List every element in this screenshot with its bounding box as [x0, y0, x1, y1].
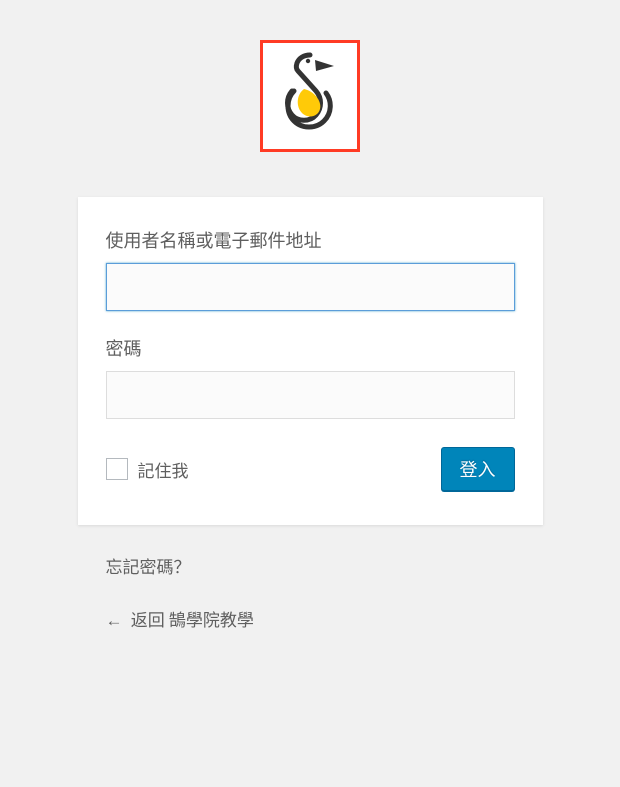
password-input[interactable]	[106, 371, 515, 419]
login-button[interactable]: 登入	[441, 447, 515, 491]
remember-label: 記住我	[138, 457, 189, 482]
password-field-group: 密碼	[106, 335, 515, 419]
username-input[interactable]	[106, 263, 515, 311]
remember-me-wrap[interactable]: 記住我	[106, 457, 189, 482]
back-to-site-link[interactable]: ← 返回 鵠學院教學	[106, 606, 515, 631]
form-footer: 記住我 登入	[106, 447, 515, 491]
username-field-group: 使用者名稱或電子郵件地址	[106, 227, 515, 311]
login-form: 使用者名稱或電子郵件地址 密碼 記住我 登入	[78, 197, 543, 525]
username-label: 使用者名稱或電子郵件地址	[106, 227, 515, 253]
arrow-left-icon: ←	[106, 611, 123, 631]
pelican-logo-icon	[274, 51, 346, 141]
back-to-site-label: 返回 鵠學院教學	[131, 611, 254, 631]
login-page: 使用者名稱或電子郵件地址 密碼 記住我 登入 忘記密碼？ ← 返回 鵠學院教學	[0, 0, 620, 659]
forgot-password-link[interactable]: 忘記密碼？	[106, 553, 515, 578]
remember-checkbox[interactable]	[106, 458, 128, 480]
logo-container[interactable]	[260, 40, 360, 152]
below-form-links: 忘記密碼？ ← 返回 鵠學院教學	[78, 525, 543, 659]
password-label: 密碼	[106, 335, 515, 361]
